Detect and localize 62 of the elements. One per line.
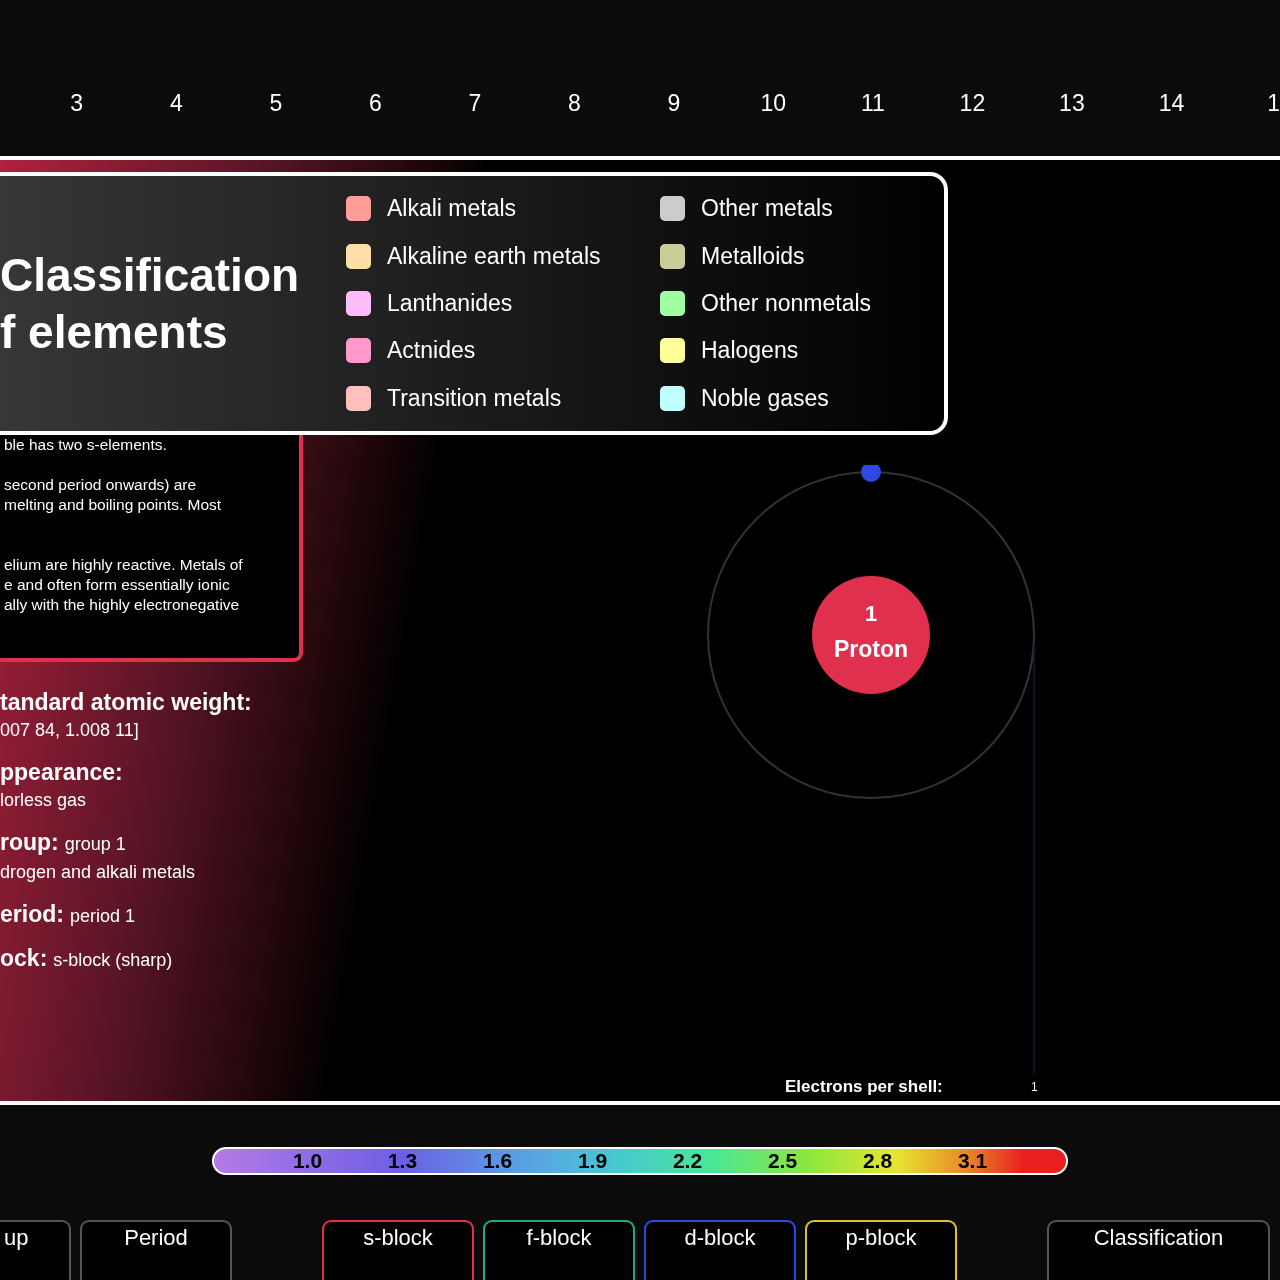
filter-tab[interactable]: f-block — [483, 1220, 635, 1280]
group-number: 6 — [367, 90, 383, 118]
legend-label: Halogens — [701, 337, 799, 365]
property-value: period 1 — [69, 905, 135, 928]
filter-tab[interactable]: Period — [80, 1220, 232, 1280]
legend-label: Alkaline earth metals — [387, 242, 601, 270]
electrons-value: 1 — [1031, 1080, 1038, 1094]
filter-tab[interactable]: s-block — [322, 1220, 474, 1280]
filter-tab[interactable]: p-block — [805, 1220, 957, 1280]
description-text: ally with the highly electronegative — [4, 595, 241, 615]
scale-label: 1.6 — [481, 1149, 514, 1173]
description-text: second period onwards) are — [4, 475, 198, 495]
legend-title: f elements — [0, 304, 229, 360]
group-number: 8 — [566, 90, 582, 118]
proton-count: 1 — [864, 601, 878, 626]
scale-label: 2.8 — [861, 1149, 894, 1173]
property-value: 007 84, 1.008 11] — [0, 719, 140, 742]
group-number: 10 — [759, 90, 788, 118]
property-value: s-block (sharp) — [53, 949, 173, 972]
group-number: 1 — [1266, 90, 1280, 118]
description-text: e and often form essentially ionic — [4, 575, 231, 595]
electrons-label: Electrons per shell: — [785, 1077, 944, 1097]
legend-label: Metalloids — [701, 242, 805, 270]
legend-label: Other nonmetals — [701, 290, 872, 317]
description-text: melting and boiling points. Most — [4, 495, 223, 515]
property-value: lorless gas — [0, 789, 88, 812]
group-number: 11 — [859, 90, 886, 118]
group-number: 7 — [467, 90, 483, 118]
scale-label: 1.3 — [386, 1149, 419, 1173]
group-number: 3 — [69, 90, 85, 118]
legend-label: Other metals — [701, 195, 833, 223]
group-number: 12 — [958, 90, 987, 118]
property-label: ock: — [0, 944, 48, 972]
property-label: ppearance: — [0, 758, 123, 786]
filter-tab[interactable]: Classification — [1047, 1220, 1270, 1280]
legend-label: Alkali metals — [387, 195, 517, 223]
group-number: 13 — [1058, 90, 1086, 118]
property-label: tandard atomic weight: — [0, 688, 252, 716]
legend-label: Actnides — [387, 337, 476, 365]
electron — [861, 465, 881, 482]
property-value: drogen and alkali metals — [0, 861, 197, 884]
scale-label: 2.5 — [766, 1149, 799, 1173]
group-number: 9 — [666, 90, 682, 118]
property-value: group 1 — [64, 833, 126, 856]
property-label: roup: — [0, 828, 59, 856]
scale-label: 1.9 — [576, 1149, 609, 1173]
legend-label: Transition metals — [387, 384, 562, 412]
group-number: 4 — [168, 90, 184, 118]
property-label: eriod: — [0, 900, 64, 928]
legend-label: Noble gases — [701, 384, 829, 412]
filter-tab[interactable]: d-block — [644, 1220, 796, 1280]
legend-title: Classification — [0, 247, 301, 303]
scale-label: 1.0 — [291, 1149, 324, 1173]
description-text: elium are highly reactive. Metals of — [4, 555, 244, 575]
nucleus-label: Proton — [833, 636, 909, 662]
group-number: 5 — [268, 90, 284, 118]
legend-label: Lanthanides — [387, 290, 513, 317]
description-text: ble has two s-elements. — [4, 435, 168, 455]
group-number: 14 — [1157, 90, 1186, 118]
scale-label: 3.1 — [956, 1149, 989, 1173]
filter-tab[interactable]: up — [0, 1220, 71, 1280]
scale-label: 2.2 — [671, 1149, 704, 1173]
